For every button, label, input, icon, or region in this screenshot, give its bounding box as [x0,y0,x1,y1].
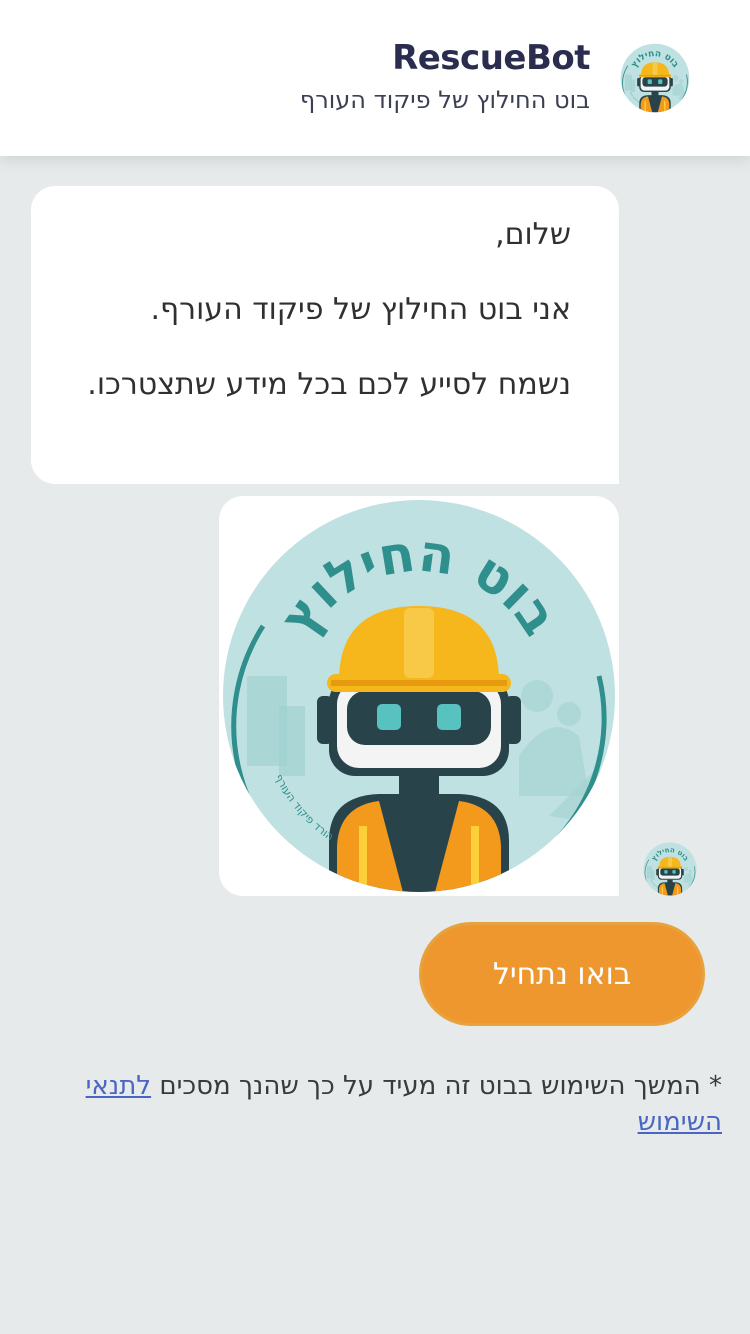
bot-logo-avatar [620,43,690,113]
bot-message-avatar [643,842,697,896]
bot-subtitle: בוט החילוץ של פיקוד העורף [299,86,590,114]
terms-notice: * המשך השימוש בבוט זה מעיד על כך שהנך מס… [30,1068,722,1140]
message-intro: אני בוט החילוץ של פיקוד העורף. [150,292,571,327]
chat-header: RescueBot בוט החילוץ של פיקוד העורף [0,0,750,156]
lets-start-button[interactable]: בואו נתחיל [419,922,705,1026]
rescue-bot-logo [219,496,619,896]
terms-text: * המשך השימוש בבוט זה מעיד על כך שהנך מס… [151,1071,722,1101]
welcome-message: שלום, אני בוט החילוץ של פיקוד העורף. נשמ… [31,186,619,484]
bot-logo-image [219,496,619,896]
message-offer: נשמח לסייע לכם בכל מידע שתצטרכו. [87,367,571,402]
message-greeting: שלום, [495,217,571,252]
bot-title: RescueBot [392,38,590,78]
